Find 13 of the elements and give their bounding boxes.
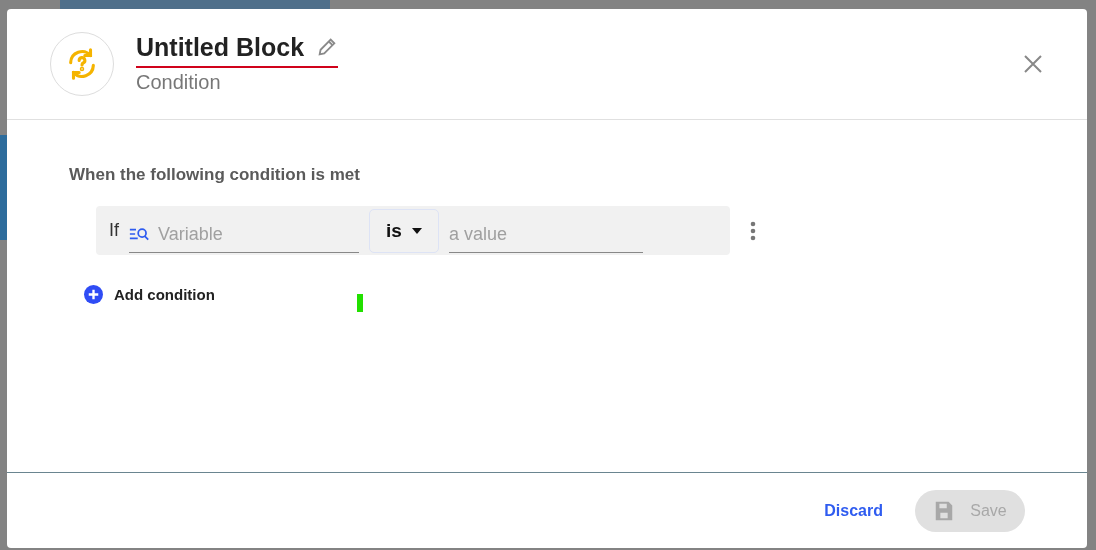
variable-search-icon bbox=[129, 225, 150, 243]
if-label: If bbox=[109, 220, 119, 241]
cursor-mark bbox=[357, 294, 363, 312]
caret-icon bbox=[411, 227, 422, 234]
variable-field[interactable]: Variable bbox=[158, 223, 359, 245]
operator-select[interactable]: is bbox=[369, 208, 439, 253]
plus-circle-icon bbox=[84, 285, 103, 304]
title-field[interactable]: Untitled Block bbox=[136, 32, 339, 68]
add-condition-button[interactable]: Add condition bbox=[84, 285, 215, 304]
section-heading: When the following condition is met bbox=[69, 165, 361, 185]
value-field[interactable]: a value bbox=[449, 223, 643, 245]
discard-button[interactable]: Discard bbox=[824, 501, 883, 520]
block-type-label: Condition bbox=[136, 70, 222, 94]
